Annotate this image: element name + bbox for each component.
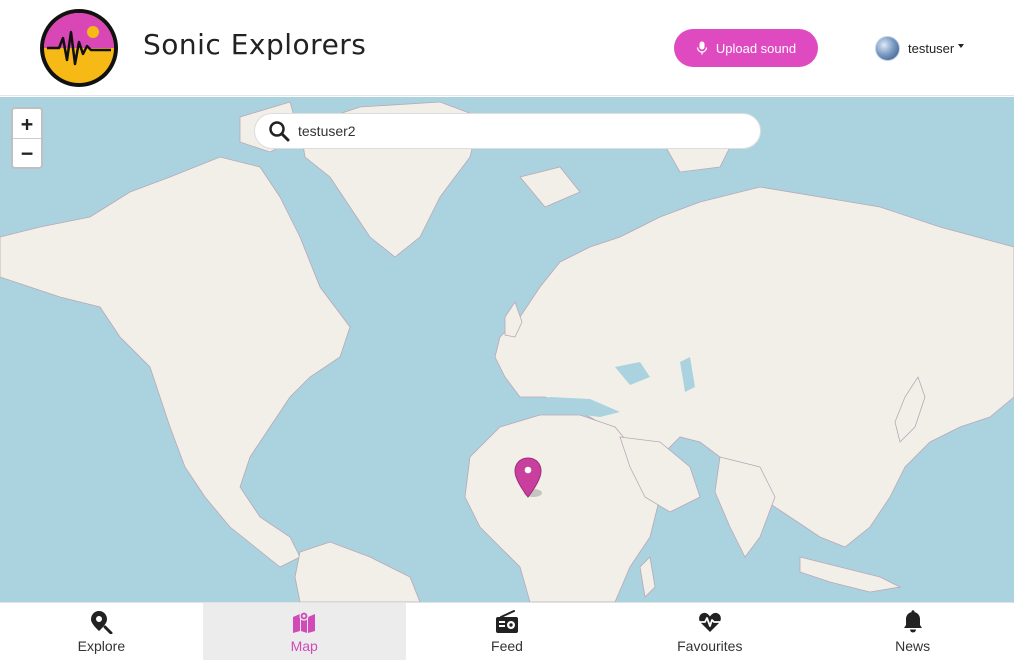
user-menu[interactable]: testuser — [875, 35, 965, 61]
avatar — [875, 35, 900, 61]
map-search-bar — [254, 113, 761, 149]
nav-favourites[interactable]: Favourites — [608, 603, 811, 660]
nav-map[interactable]: Map — [202, 603, 406, 660]
app-title: Sonic Explorers — [143, 28, 367, 61]
world-map[interactable]: + − — [0, 97, 1014, 602]
map-icon — [293, 610, 316, 633]
zoom-out-button[interactable]: − — [13, 138, 41, 167]
zoom-in-button[interactable]: + — [13, 109, 41, 138]
caret-down-icon — [958, 44, 965, 48]
nav-feed[interactable]: Feed — [406, 603, 609, 660]
microphone-icon — [696, 41, 708, 55]
nav-map-label: Map — [290, 637, 318, 654]
nav-news[interactable]: News — [811, 603, 1014, 660]
nav-favourites-label: Favourites — [677, 637, 743, 654]
nav-explore[interactable]: Explore — [0, 603, 203, 660]
nav-news-label: News — [895, 637, 931, 654]
location-pin-icon[interactable] — [513, 457, 543, 499]
app-logo[interactable] — [39, 8, 119, 88]
map-tiles — [0, 101, 1014, 602]
bottom-navigation: Explore Map Feed Favourites News — [0, 602, 1014, 660]
heart-pulse-icon — [698, 612, 721, 632]
map-pin-search-icon — [91, 610, 113, 634]
top-header: Sonic Explorers Upload sound testuser — [0, 0, 1014, 96]
radio-icon — [495, 609, 518, 633]
upload-sound-label: Upload sound — [715, 40, 797, 56]
nav-feed-label: Feed — [491, 637, 523, 654]
bell-icon — [903, 609, 922, 632]
upload-sound-button[interactable]: Upload sound — [674, 29, 818, 67]
search-input[interactable] — [298, 123, 718, 139]
search-icon[interactable] — [268, 120, 290, 142]
zoom-control: + − — [11, 107, 43, 169]
nav-explore-label: Explore — [77, 637, 126, 654]
username: testuser — [908, 40, 955, 56]
